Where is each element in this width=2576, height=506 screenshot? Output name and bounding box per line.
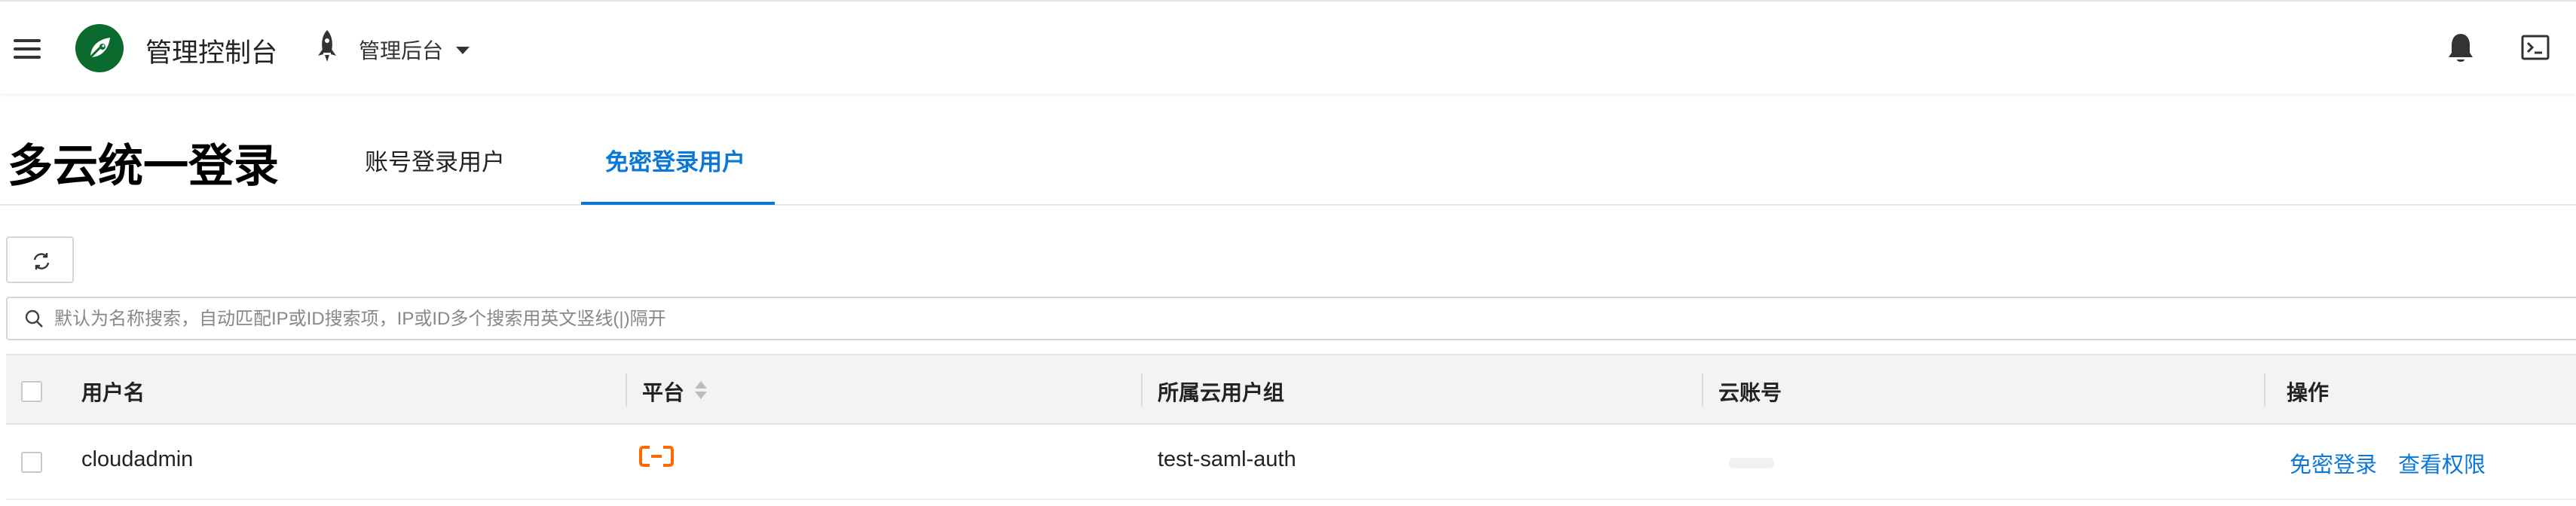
refresh-icon (33, 253, 50, 270)
bell-icon[interactable] (2446, 32, 2475, 65)
table-row: cloudadmin test-saml-auth 免密登录 查看权限 (6, 425, 2576, 500)
caret-down-icon[interactable] (456, 47, 470, 54)
column-separator (1702, 373, 1703, 407)
tab-account-login-users[interactable]: 账号登录用户 (365, 143, 505, 177)
column-separator (626, 373, 627, 407)
search-input[interactable] (53, 303, 2317, 336)
passwordless-login-link[interactable]: 免密登录 (2290, 447, 2377, 479)
column-platform: 平台 (642, 381, 685, 404)
column-actions: 操作 (2287, 381, 2330, 404)
active-tab-indicator (581, 202, 775, 205)
column-separator (1141, 373, 1143, 407)
cell-user-group: test-saml-auth (1158, 447, 1296, 471)
select-all-checkbox[interactable] (21, 381, 42, 402)
column-cloud-account: 云账号 (1718, 381, 1782, 404)
cell-username: cloudadmin (81, 447, 194, 471)
table-header: 用户名 平台 所属云用户组 云账号 操作 (6, 354, 2576, 425)
menu-icon[interactable] (14, 39, 41, 59)
console-switcher[interactable]: 管理后台 (359, 35, 443, 65)
cell-cloud-account (1729, 458, 1774, 468)
top-bar: 管理控制台 管理后台 (0, 0, 2576, 93)
tab-passwordless-login-users[interactable]: 免密登录用户 (605, 143, 745, 177)
row-checkbox[interactable] (21, 452, 42, 473)
page-title: 多云统一登录 (8, 141, 279, 191)
alibaba-cloud-icon (639, 446, 674, 467)
rocket-icon (318, 30, 336, 62)
refresh-button[interactable] (6, 236, 74, 283)
console-icon[interactable] (2521, 35, 2550, 60)
logo-icon[interactable] (75, 24, 124, 72)
view-permissions-link[interactable]: 查看权限 (2398, 447, 2486, 479)
column-user-group: 所属云用户组 (1158, 381, 1285, 404)
sort-icon[interactable] (693, 378, 708, 402)
column-separator (2264, 373, 2265, 407)
search-box (6, 297, 2576, 340)
search-icon (25, 309, 43, 328)
tabs-divider (0, 204, 2576, 206)
column-username: 用户名 (81, 381, 145, 404)
app-title: 管理控制台 (145, 38, 278, 68)
